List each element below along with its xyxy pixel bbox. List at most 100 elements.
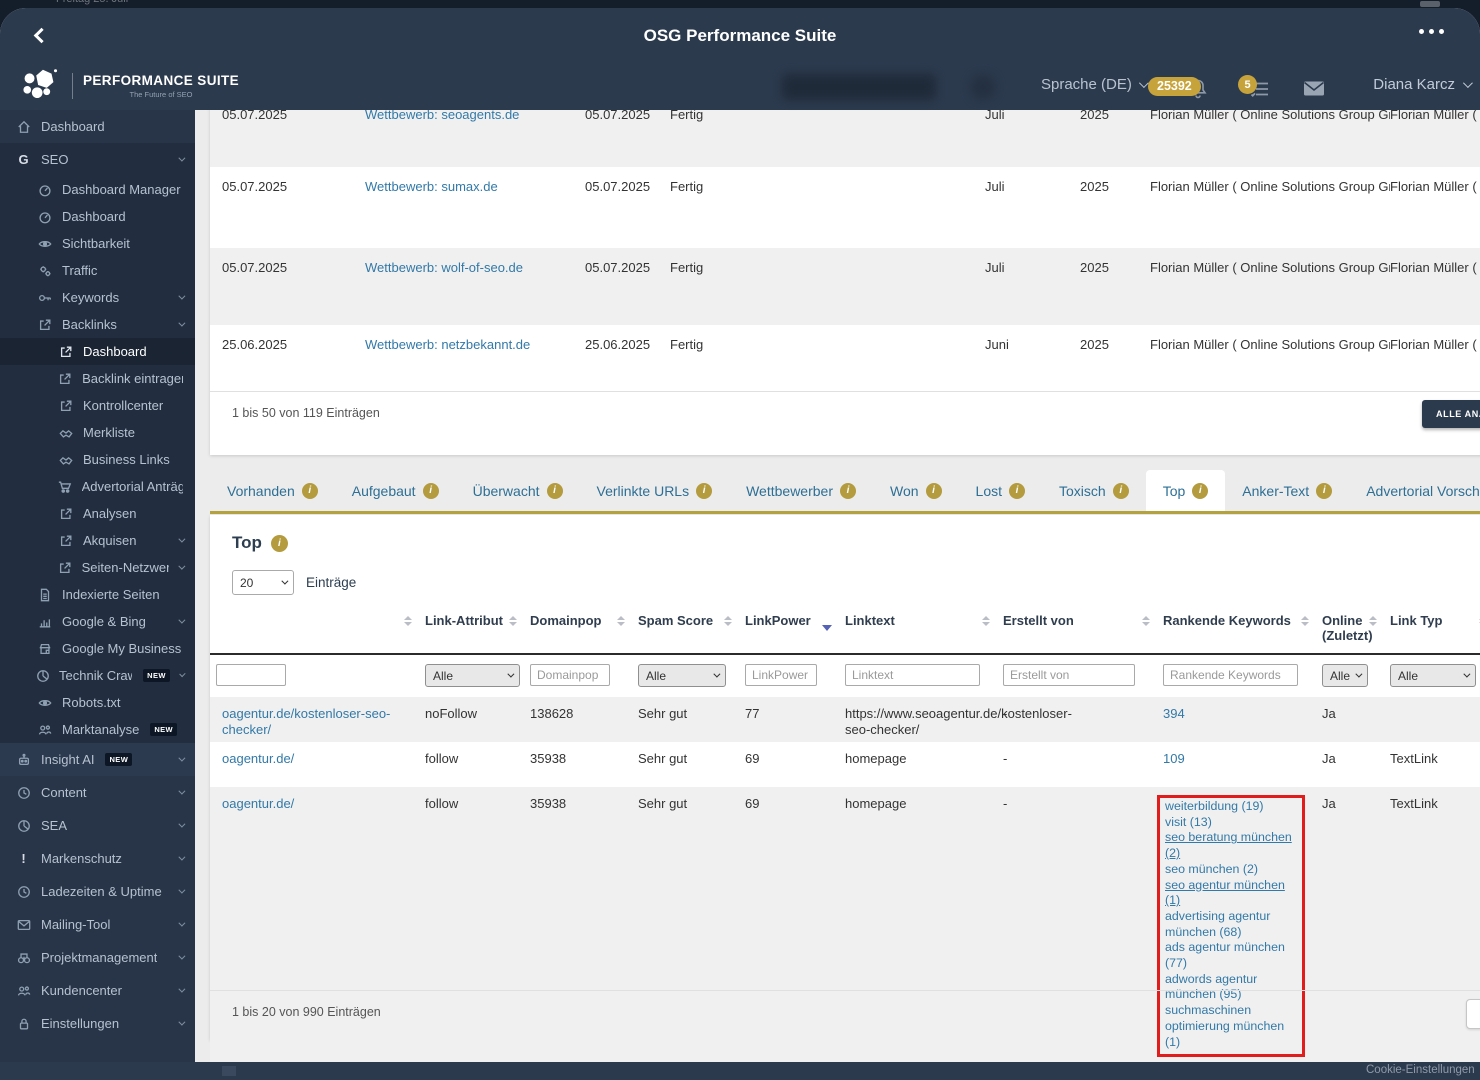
info-icon[interactable]: i: [1192, 482, 1209, 499]
sort-icon[interactable]: [617, 616, 625, 626]
sidebar-item-markenschutz[interactable]: ! Markenschutz: [0, 842, 195, 875]
column-header-link-typ[interactable]: Link Typ: [1390, 605, 1480, 653]
sidebar-item-backlinks[interactable]: Backlinks: [0, 311, 195, 338]
column-header-erstellt-von[interactable]: Erstellt von: [1003, 605, 1163, 653]
filter-url-input[interactable]: [216, 664, 286, 686]
column-header-domainpop[interactable]: Domainpop: [530, 605, 638, 653]
tasks-count-badge[interactable]: 5: [1238, 75, 1257, 94]
backlink-url-link[interactable]: oagentur.de/: [222, 751, 294, 766]
sidebar-item-kontrollcenter[interactable]: Kontrollcenter: [0, 392, 195, 419]
sidebar-item-sea[interactable]: SEA: [0, 809, 195, 842]
info-icon[interactable]: i: [1112, 482, 1129, 499]
tab-lost[interactable]: Lost i: [959, 470, 1042, 511]
notifications-count-badge[interactable]: 25392: [1148, 77, 1201, 96]
info-icon[interactable]: i: [840, 482, 856, 499]
sidebar-item-indexierte-seiten[interactable]: Indexierte Seiten: [0, 581, 195, 608]
sidebar-item-sichtbarkeit[interactable]: Sichtbarkeit: [0, 230, 195, 257]
tab-top[interactable]: Top i: [1145, 470, 1226, 511]
language-selector[interactable]: Sprache (DE): [1041, 76, 1149, 93]
column-header-rankende-keywords[interactable]: Rankende Keywords: [1163, 605, 1322, 653]
sidebar-item-dashboard-manager[interactable]: Dashboard Manager: [0, 176, 195, 203]
sidebar-item-dashboard[interactable]: Dashboard: [0, 110, 195, 143]
sidebar-item-seiten-netzwerk[interactable]: Seiten-Netzwerk: [0, 554, 195, 581]
sidebar-item-projektmanagement[interactable]: Projektmanagement: [0, 941, 195, 974]
tab-vorhanden[interactable]: Vorhanden i: [210, 470, 335, 511]
user-menu[interactable]: Diana Karcz: [1352, 76, 1473, 93]
sidebar-item-google-bing[interactable]: Google & Bing: [0, 608, 195, 635]
sidebar-item-mailing-tool[interactable]: Mailing-Tool: [0, 908, 195, 941]
tab-anker-text[interactable]: Anker-Text i: [1225, 470, 1349, 511]
keyword-count-link[interactable]: 394: [1163, 706, 1185, 721]
column-header-spam-score[interactable]: Spam Score: [638, 605, 745, 653]
tab-verlinkte-urls[interactable]: Verlinkte URLs i: [580, 470, 730, 511]
sidebar-item-business-links[interactable]: Business Links: [0, 446, 195, 473]
info-icon[interactable]: i: [1009, 482, 1026, 499]
sort-icon[interactable]: [1142, 616, 1150, 626]
info-icon[interactable]: i: [270, 534, 288, 552]
sidebar-item-analysen[interactable]: Analysen: [0, 500, 195, 527]
sort-desc-icon[interactable]: [822, 625, 832, 631]
keyword-link[interactable]: advertising agentur münchen (68): [1165, 909, 1298, 940]
info-icon[interactable]: i: [301, 482, 318, 499]
keyword-count-link[interactable]: 109: [1163, 751, 1185, 766]
sidebar-item-keywords[interactable]: Keywords: [0, 284, 195, 311]
analysis-link[interactable]: Wettbewerb: wolf-of-seo.de: [365, 260, 523, 275]
backlink-url-link[interactable]: oagentur.de/: [222, 796, 294, 811]
column-header-linkpower[interactable]: LinkPower: [745, 605, 845, 653]
tab-advertorial-vorschläge[interactable]: Advertorial Vorschlägei: [1349, 470, 1480, 511]
sort-icon[interactable]: [1301, 616, 1309, 626]
info-icon[interactable]: i: [422, 482, 439, 499]
sidebar-item-insight-ai[interactable]: Insight AI NEW: [0, 743, 195, 776]
cookie-settings-link[interactable]: Cookie-Einstellungen: [1366, 1064, 1480, 1076]
column-header-link-attribut[interactable]: Link-Attribut: [425, 605, 530, 653]
keyword-link[interactable]: visit (13): [1165, 815, 1298, 831]
sidebar-item-robots-txt[interactable]: Robots.txt: [0, 689, 195, 716]
sort-icon[interactable]: [404, 616, 412, 626]
keyword-link[interactable]: seo beratung münchen (2): [1165, 830, 1298, 861]
backlink-url-link[interactable]: oagentur.de/kostenloser-seo-checker/: [222, 706, 390, 737]
analysis-link[interactable]: Wettbewerb: sumax.de: [365, 179, 498, 194]
info-icon[interactable]: i: [546, 482, 563, 499]
keyword-link[interactable]: seo münchen (2): [1165, 862, 1298, 878]
column-header-linktext[interactable]: Linktext: [845, 605, 1003, 653]
keyword-link[interactable]: ads agentur münchen (77): [1165, 940, 1298, 971]
filter-linkpower-input[interactable]: [745, 664, 817, 686]
tab-won[interactable]: Won i: [873, 470, 959, 511]
filter-online-zuletzt-select[interactable]: Alle: [1322, 664, 1368, 687]
sidebar-item-advertorial-anträge[interactable]: Advertorial Anträge: [0, 473, 195, 500]
sidebar-item-google-my-business[interactable]: Google My Business: [0, 635, 195, 662]
sidebar-item-dashboard[interactable]: Dashboard: [0, 203, 195, 230]
analysis-link[interactable]: Wettbewerb: netzbekannt.de: [365, 337, 530, 352]
filter-erstellt-von-input[interactable]: [1003, 664, 1135, 686]
more-menu-button[interactable]: [1413, 28, 1450, 35]
sidebar-item-backlink-eintragen[interactable]: Backlink eintragen: [0, 365, 195, 392]
tab-überwacht[interactable]: Überwacht i: [456, 470, 580, 511]
sidebar-item-dashboard[interactable]: Dashboard: [0, 338, 195, 365]
keyword-link[interactable]: seo agentur münchen (1): [1165, 878, 1298, 909]
filter-linktext-input[interactable]: [845, 664, 980, 686]
filter-spam-score-select[interactable]: Alle: [638, 664, 726, 687]
info-icon[interactable]: i: [1316, 482, 1333, 499]
sidebar-item-einstellungen[interactable]: Einstellungen: [0, 1007, 195, 1040]
info-icon[interactable]: i: [696, 482, 713, 499]
filter-domainpop-input[interactable]: [530, 664, 610, 686]
filter-rankende-keywords-input[interactable]: [1163, 664, 1298, 686]
sidebar-item-akquisen[interactable]: Akquisen: [0, 527, 195, 554]
sidebar-item-marktanalyse[interactable]: Marktanalyse NEW: [0, 716, 195, 743]
tab-toxisch[interactable]: Toxisch i: [1042, 470, 1146, 511]
sort-icon[interactable]: [982, 616, 990, 626]
sort-icon[interactable]: [1369, 616, 1377, 626]
filter-link-attribut-select[interactable]: Alle: [425, 664, 520, 687]
sidebar-item-technik-crawler[interactable]: Technik Crawler NEW: [0, 662, 195, 689]
pagination-prev-button[interactable]: ‹: [1466, 999, 1480, 1029]
performance-suite-logo[interactable]: PERFORMANCE SUITE The Future of SEO: [20, 66, 239, 106]
sidebar-item-traffic[interactable]: Traffic: [0, 257, 195, 284]
tab-aufgebaut[interactable]: Aufgebaut i: [335, 470, 456, 511]
analysis-link[interactable]: Wettbewerb: seoagents.de: [365, 110, 519, 122]
column-header-online-zuletzt[interactable]: Online (Zuletzt): [1322, 605, 1390, 653]
keyword-link[interactable]: weiterbildung (19): [1165, 799, 1298, 815]
sidebar-item-ladezeiten-uptime[interactable]: Ladezeiten & Uptime: [0, 875, 195, 908]
alle-analysen-button[interactable]: ALLE ANALYSEN: [1422, 400, 1480, 428]
mail-icon[interactable]: [1303, 80, 1325, 97]
filter-link-typ-select[interactable]: Alle: [1390, 664, 1476, 687]
